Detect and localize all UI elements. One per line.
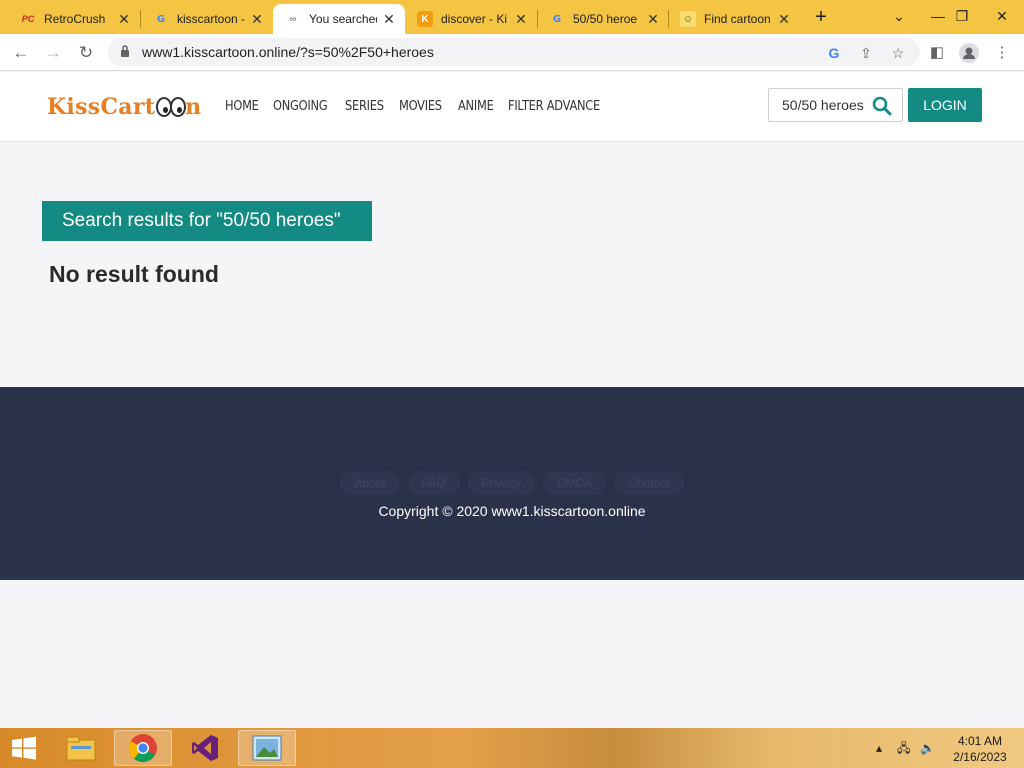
address-bar[interactable]: www1.kisscartoon.online/?s=50%2F50+heroe… <box>108 38 920 66</box>
google-icon: G <box>552 13 562 25</box>
footer-link-about[interactable]: About <box>340 471 400 495</box>
back-arrow-icon[interactable]: ← <box>8 40 34 66</box>
login-button[interactable]: LOGIN <box>908 88 982 122</box>
search-input[interactable] <box>770 90 864 120</box>
network-icon[interactable]: 🖧 <box>897 728 910 768</box>
profile-avatar-icon[interactable] <box>956 40 982 66</box>
restore-icon[interactable]: ❐ <box>944 0 980 34</box>
system-clock[interactable]: 4:01 AM 2/16/2023 <box>945 733 1015 765</box>
nav-movies[interactable]: MOVIES <box>399 99 442 114</box>
tab-title: Find cartoon <box>704 12 771 26</box>
site-footer: About FAQ Privacy DMCA Contact Copyright… <box>0 387 1024 580</box>
show-hidden-icons-icon[interactable]: ▴ <box>876 728 882 768</box>
search-icon[interactable] <box>872 96 892 116</box>
volume-icon[interactable]: 🔈 <box>920 728 935 768</box>
tab-title: discover - Ki <box>441 12 508 26</box>
tab-title: kisscartoon - <box>177 12 245 26</box>
footer-links: About FAQ Privacy DMCA Contact <box>0 471 1024 495</box>
footer-link-faq[interactable]: FAQ <box>407 471 460 495</box>
nav-anime[interactable]: ANIME <box>458 99 494 114</box>
site-logo[interactable]: KissCart n <box>47 90 201 124</box>
nav-filter-advance[interactable]: FILTER ADVANCE <box>508 99 600 114</box>
close-tab-icon[interactable]: ✕ <box>513 11 529 28</box>
browser-tab[interactable]: PC RetroCrush ✕ <box>8 4 140 34</box>
site-header: KissCart n HOME ONGOING SERIES MOVIES AN… <box>0 72 1024 142</box>
close-tab-icon[interactable]: ✕ <box>116 11 132 28</box>
browser-tab[interactable]: ☺ Find cartoon ✕ <box>668 4 800 34</box>
browser-toolbar: ← → ↻ www1.kisscartoon.online/?s=50%2F50… <box>0 34 1024 71</box>
close-tab-icon[interactable]: ✕ <box>381 11 397 28</box>
browser-tab[interactable]: G 50/50 heroe ✕ <box>537 4 669 34</box>
close-tab-icon[interactable]: ✕ <box>645 11 661 28</box>
clock-date: 2/16/2023 <box>953 750 1007 764</box>
tab-title: 50/50 heroe <box>573 12 638 26</box>
visual-studio-icon[interactable] <box>176 730 234 766</box>
tab-title: RetroCrush <box>44 12 106 26</box>
photos-app-icon[interactable] <box>238 730 296 766</box>
logo-text-end: n <box>185 94 202 120</box>
site-search <box>768 88 903 122</box>
tab-title: You searched <box>309 12 377 26</box>
clock-time: 4:01 AM <box>957 734 1003 748</box>
no-result-message: No result found <box>49 261 219 287</box>
windows-start-icon[interactable] <box>0 728 48 768</box>
footer-link-dmca[interactable]: DMCA <box>543 471 607 495</box>
kisscartoon-k-icon: K <box>417 11 433 27</box>
lock-icon <box>121 45 129 57</box>
browser-tab[interactable]: K discover - Ki ✕ <box>405 4 537 34</box>
tab-search-chevron-icon[interactable]: ⌄ <box>881 0 917 34</box>
bookmark-star-icon[interactable]: ☆ <box>887 42 909 64</box>
loading-icon: ∞ <box>289 13 297 25</box>
nav-ongoing[interactable]: ONGOING <box>273 99 328 114</box>
page-blank-area <box>0 580 1024 728</box>
retrocrush-icon: PC <box>21 14 35 24</box>
close-window-icon[interactable]: ✕ <box>984 0 1020 34</box>
close-tab-icon[interactable]: ✕ <box>249 11 265 28</box>
side-panel-icon[interactable]: ◧ <box>924 40 950 66</box>
google-icon: G <box>156 13 166 25</box>
browser-tab[interactable]: G kisscartoon - ✕ <box>141 4 273 34</box>
windows-taskbar: ▴ 🖧 🔈 4:01 AM 2/16/2023 <box>0 728 1024 768</box>
share-icon[interactable]: ⇪ <box>855 42 877 64</box>
logo-text: KissCart <box>47 94 156 120</box>
file-explorer-icon[interactable] <box>52 730 110 766</box>
reload-icon[interactable]: ↻ <box>73 40 99 66</box>
kebab-menu-icon[interactable]: ⋮ <box>989 40 1015 66</box>
cartoon-icon: ☺ <box>680 11 696 27</box>
google-translate-icon[interactable]: G <box>823 42 845 64</box>
copyright-text: Copyright © 2020 www1.kisscartoon.online <box>378 503 646 519</box>
new-tab-icon[interactable]: + <box>808 5 834 29</box>
logo-eyes-icon <box>156 97 187 117</box>
url-text: www1.kisscartoon.online/?s=50%2F50+heroe… <box>142 44 434 60</box>
forward-arrow-icon[interactable]: → <box>40 40 66 66</box>
close-tab-icon[interactable]: ✕ <box>776 11 792 28</box>
browser-tab-strip: PC RetroCrush ✕ G kisscartoon - ✕ ∞ You … <box>0 0 1024 34</box>
search-results-banner: Search results for "50/50 heroes" <box>42 201 372 241</box>
main-content: Search results for "50/50 heroes" No res… <box>0 142 1024 387</box>
footer-link-contact[interactable]: Contact <box>614 471 684 495</box>
browser-tab-active[interactable]: ∞ You searched ✕ <box>273 4 405 34</box>
main-nav: HOME ONGOING SERIES MOVIES ANIME FILTER … <box>225 99 613 114</box>
nav-home[interactable]: HOME <box>225 99 259 114</box>
chrome-icon[interactable] <box>114 730 172 766</box>
nav-series[interactable]: SERIES <box>345 99 384 114</box>
footer-link-privacy[interactable]: Privacy <box>467 471 535 495</box>
